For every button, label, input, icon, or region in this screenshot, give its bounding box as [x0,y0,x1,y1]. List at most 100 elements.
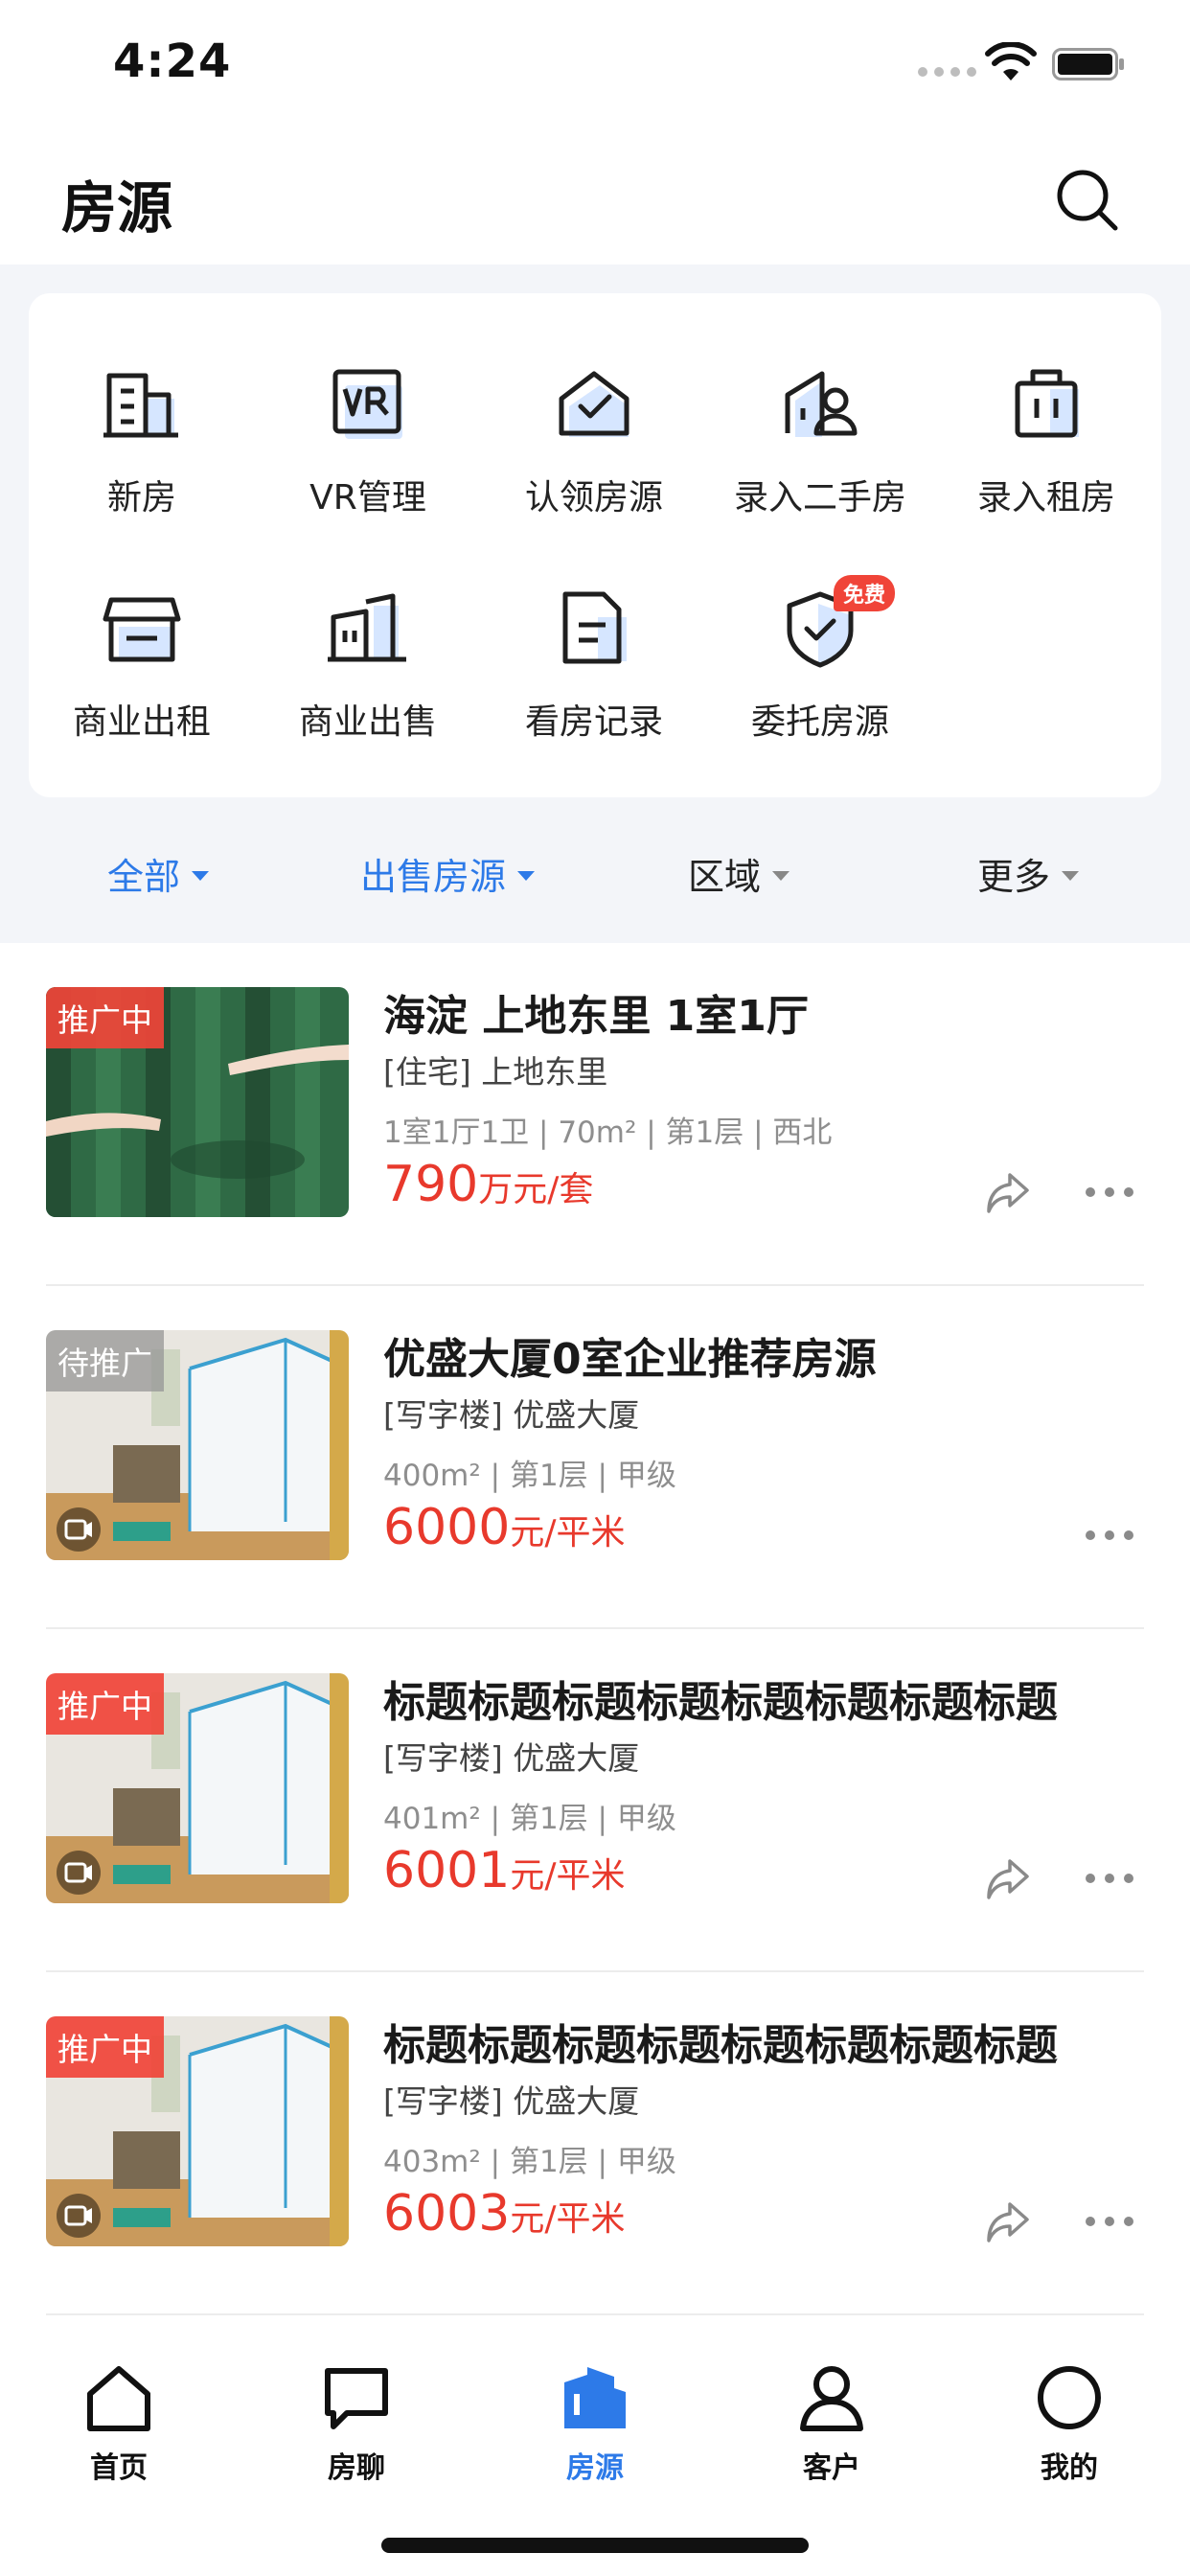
quick-action-claim[interactable]: 认领房源 [481,360,707,562]
tab-label: 首页 [90,2451,148,2485]
filter-for-sale[interactable]: 出售房源 [360,847,536,900]
tab-label: 房聊 [328,2451,385,2485]
listing-title: 标题标题标题标题标题标题标题标题 [383,1678,1058,1727]
house-person-icon [785,371,858,437]
home-indicator [381,2538,809,2553]
quick-action-label: 认领房源 [524,478,663,518]
listing-card[interactable]: 推广中 海淀 上地东里 1室1厅 [住宅] 上地东里 1室1厅1卫 | 70m²… [46,943,1144,1286]
promo-tag: 推广中 [46,2016,164,2078]
listing-card[interactable]: 推广中 标题标题标题标题标题标题标题标题 [写字楼] 优盛大厦 403m² | … [46,1972,1144,2315]
quick-actions-panel: 新房 VR管理 认领房源 录入二手房 录入租房 商业出租 商业出售 看房记录 免… [29,293,1161,797]
person-icon [800,2366,863,2431]
filter-all[interactable]: 全部 [107,847,210,900]
status-time: 4:24 [113,34,232,88]
quick-action-add-rental[interactable]: 录入租房 [933,360,1159,562]
storefront-icon [103,597,181,662]
listing-title: 海淀 上地东里 1室1厅 [383,992,809,1041]
listing-price: 6000元/平米 [383,1499,625,1556]
tab-label: 我的 [1041,2451,1098,2485]
quick-action-label: 商业出租 [72,702,211,742]
listing-subtitle: [住宅] 上地东里 [383,1053,608,1091]
caret-down-icon [772,870,790,881]
vr-icon [332,369,402,439]
suitcase-icon [1015,369,1079,438]
tab-customers[interactable]: 客户 [755,2361,908,2486]
listing-price: 6001元/平米 [383,1842,625,1899]
video-icon [57,2194,101,2238]
listing-subtitle: [写字楼] 优盛大厦 [383,1739,640,1777]
quick-action-vr[interactable]: VR管理 [255,360,481,562]
quick-action-label: 看房记录 [524,702,663,742]
price-unit: 万元/套 [478,1170,594,1209]
document-icon [562,591,627,664]
quick-action-label: 委托房源 [750,702,889,742]
quick-action-label: 商业出售 [298,702,437,742]
listing-photo: 推广中 [46,2016,349,2246]
listing-title: 标题标题标题标题标题标题标题标题 [383,2021,1058,2070]
caret-down-icon [192,870,210,881]
more-icon[interactable] [1083,2202,1136,2241]
more-icon[interactable] [1083,1859,1136,1898]
more-icon[interactable] [1083,1173,1136,1211]
quick-action-entrusted[interactable]: 免费 委托房源 [707,575,933,786]
share-icon[interactable] [983,1167,1033,1217]
listing-subtitle: [写字楼] 优盛大厦 [383,2082,640,2120]
caret-down-icon [1062,870,1080,881]
filter-label: 区域 [688,856,762,898]
quick-action-label: 录入租房 [976,478,1115,518]
search-icon[interactable] [1052,165,1121,234]
listing-photo: 推广中 [46,1673,349,1903]
building-icon [564,2367,626,2428]
video-icon [57,1851,101,1895]
quick-action-commercial-sale[interactable]: 商业出售 [255,585,481,786]
tab-chat[interactable]: 房聊 [280,2361,433,2486]
share-icon[interactable] [983,2196,1033,2246]
tab-label: 房源 [566,2451,624,2485]
quick-action-label: 新房 [106,478,176,518]
tab-label: 客户 [803,2451,860,2485]
price-number: 790 [383,1156,479,1213]
status-bar: 4:24 [0,0,1190,125]
price-number: 6003 [383,2185,511,2242]
listing-specs: 403m² | 第1层 | 甲级 [383,2145,676,2179]
listing-specs: 400m² | 第1层 | 甲级 [383,1459,676,1493]
free-badge: 免费 [834,575,896,611]
quick-action-commercial-rent[interactable]: 商业出租 [29,585,255,786]
quick-action-label: 录入二手房 [733,478,906,518]
tab-home[interactable]: 首页 [42,2361,195,2486]
quick-action-label: VR管理 [309,478,426,518]
quick-action-viewing-records[interactable]: 看房记录 [481,585,707,786]
filter-bar: 全部 出售房源 区域 更多 [0,813,1190,943]
filter-region[interactable]: 区域 [688,847,790,900]
page-title: 房源 [61,175,173,241]
quick-action-new-house[interactable]: 新房 [29,360,255,562]
listing-title: 优盛大厦0室企业推荐房源 [383,1335,877,1384]
filter-label: 出售房源 [360,856,507,898]
house-check-icon [559,371,629,437]
share-icon[interactable] [983,1853,1033,1903]
listing-price: 790万元/套 [383,1156,593,1213]
header: 房源 [0,125,1190,264]
filter-more[interactable]: 更多 [977,847,1080,900]
home-icon [87,2366,150,2431]
tab-listings[interactable]: 房源 [518,2361,672,2486]
listing-photo: 推广中 [46,987,349,1217]
filter-label: 更多 [977,856,1051,898]
price-number: 6000 [383,1499,511,1556]
filter-label: 全部 [107,856,181,898]
quick-action-add-second-hand[interactable]: 录入二手房 [707,360,933,562]
more-icon[interactable] [1083,1516,1136,1554]
promo-tag: 待推广 [46,1330,164,1392]
price-unit: 元/平米 [510,1513,626,1552]
tab-profile[interactable]: 我的 [993,2361,1146,2486]
building-icon [103,373,178,438]
price-number: 6001 [383,1842,511,1899]
listing-card[interactable]: 推广中 标题标题标题标题标题标题标题标题 [写字楼] 优盛大厦 401m² | … [46,1629,1144,1972]
profile-circle-icon [1038,2366,1101,2429]
video-icon [57,1507,101,1552]
price-unit: 元/平米 [510,1856,626,1896]
listing-card[interactable]: 待推广 优盛大厦0室企业推荐房源 [写字楼] 优盛大厦 400m² | 第1层 … [46,1286,1144,1629]
battery-icon [1052,48,1124,80]
listing-specs: 1室1厅1卫 | 70m² | 第1层 | 西北 [383,1116,833,1150]
wifi-icon [985,42,1037,80]
